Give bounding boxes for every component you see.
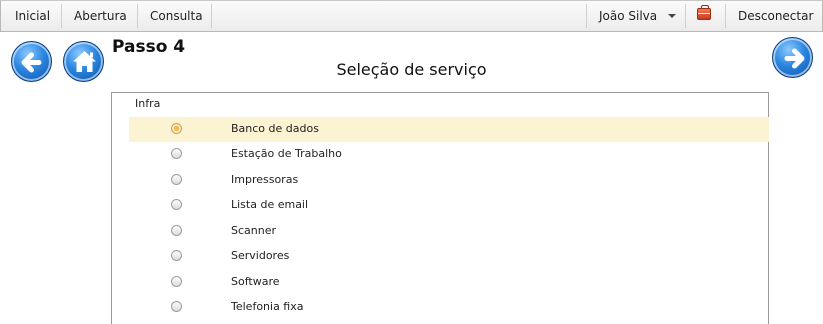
service-option-label: Banco de dados (231, 122, 319, 135)
radio-button[interactable] (171, 123, 182, 134)
service-selection-panel: Infra Banco de dados Estação de Trabalho… (111, 92, 769, 324)
nav-inicial-label: Inicial (15, 9, 51, 23)
group-label: Infra (135, 97, 161, 110)
nav-consulta-label: Consulta (150, 9, 203, 23)
radio-button[interactable] (171, 199, 182, 210)
radio-button[interactable] (171, 301, 182, 312)
radio-button[interactable] (171, 250, 182, 261)
service-option-label: Servidores (231, 249, 290, 262)
nav-consulta[interactable]: Consulta (138, 1, 212, 31)
service-option-estacao-de-trabalho[interactable]: Estação de Trabalho (129, 142, 769, 167)
toolbox-icon[interactable] (697, 5, 711, 20)
service-option-label: Impressoras (231, 173, 299, 186)
nav-inicial[interactable]: Inicial (3, 1, 61, 31)
caret-down-icon (668, 14, 676, 18)
radio-button[interactable] (171, 174, 182, 185)
service-option-software[interactable]: Software (129, 270, 769, 295)
service-option-scanner[interactable]: Scanner (129, 219, 769, 244)
service-option-label: Software (231, 275, 280, 288)
user-name: João Silva (599, 9, 658, 23)
next-button[interactable] (772, 37, 813, 78)
radio-button[interactable] (171, 276, 182, 287)
user-menu[interactable]: João Silva (587, 1, 686, 31)
service-option-label: Scanner (231, 224, 277, 237)
service-option-lista-de-email[interactable]: Lista de email (129, 193, 769, 218)
step-title: Passo 4 (112, 37, 186, 57)
service-option-banco-de-dados[interactable]: Banco de dados (129, 117, 769, 142)
service-option-telefonia-fixa[interactable]: Telefonia fixa (129, 295, 769, 320)
logout-label: Desconectar (738, 9, 814, 23)
service-option-label: Telefonia fixa (231, 300, 304, 313)
service-option-servidores[interactable]: Servidores (129, 244, 769, 269)
radio-button[interactable] (171, 148, 182, 159)
nav-divider (211, 4, 212, 28)
logout-button[interactable]: Desconectar (726, 1, 822, 31)
arrow-right-icon (784, 48, 805, 69)
service-option-label: Estação de Trabalho (231, 147, 342, 160)
top-navigation-bar: Inicial Abertura Consulta João Silva Des… (0, 0, 823, 32)
page-subtitle: Seleção de serviço (336, 60, 487, 79)
radio-button[interactable] (171, 225, 182, 236)
service-option-impressoras[interactable]: Impressoras (129, 168, 769, 193)
service-option-label: Lista de email (231, 198, 309, 211)
nav-abertura-label: Abertura (74, 9, 127, 23)
nav-abertura[interactable]: Abertura (62, 1, 136, 31)
nav-divider (685, 4, 686, 28)
